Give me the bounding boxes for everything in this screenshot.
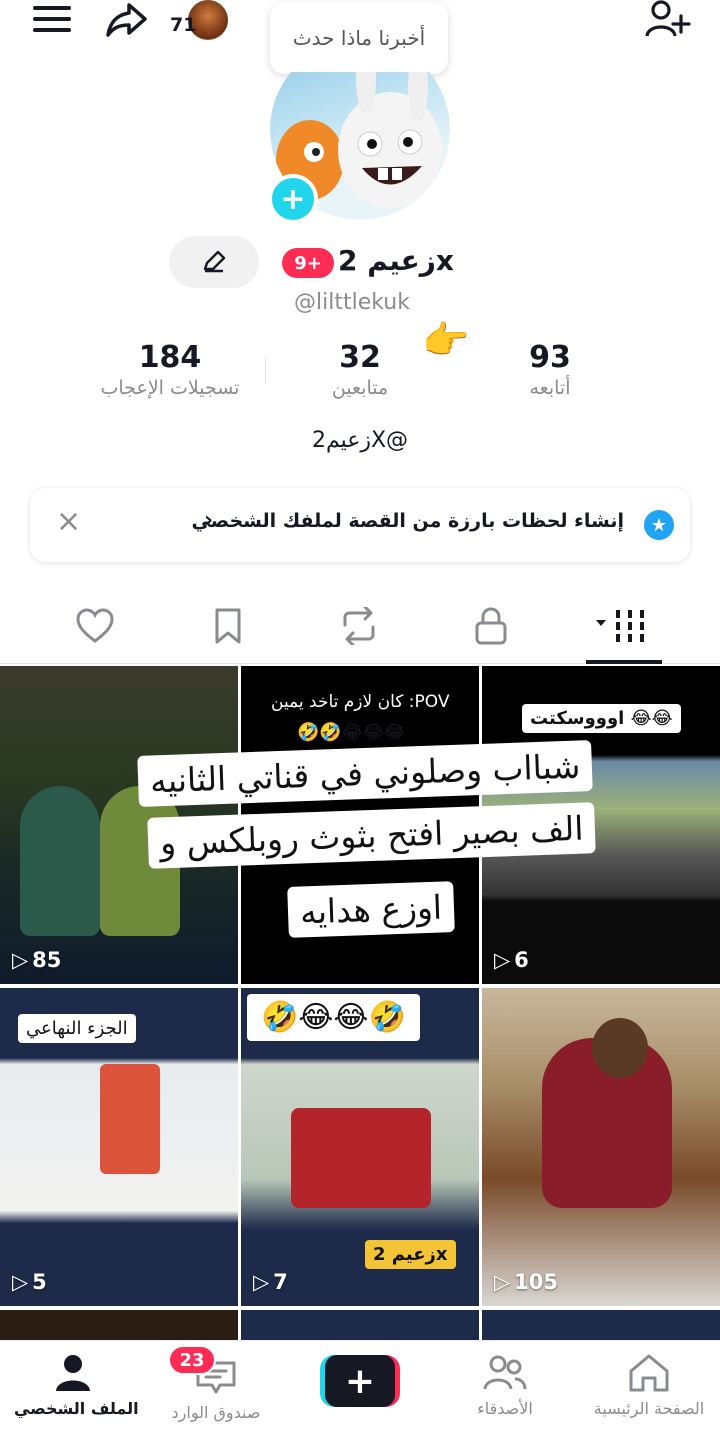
play-icon: ▷ — [494, 1270, 511, 1294]
tab-videos[interactable] — [594, 604, 654, 648]
heart-icon — [76, 608, 114, 643]
view-count: ▷ 5 — [12, 1270, 47, 1294]
create-button[interactable]: + — [320, 1355, 400, 1407]
cartoon-figure — [20, 786, 100, 936]
play-icon: ▷ — [253, 1270, 270, 1294]
nav-profile[interactable]: الملف الشخصي — [14, 1353, 139, 1418]
lock-icon — [475, 607, 507, 645]
username: @lilttlekuk — [294, 290, 410, 315]
display-name: زعيم 2x — [338, 244, 454, 277]
followers-count: 32 — [339, 340, 381, 375]
overlay-line-3: اوزع هدايه — [287, 881, 455, 938]
friends-icon — [483, 1355, 527, 1390]
nav-home[interactable]: الصفحة الرئيسية — [590, 1353, 708, 1418]
video-thumbnail[interactable]: ▷ 105 — [482, 988, 720, 1306]
video-subcaption: 🤣🤣😂😂😂 — [297, 722, 405, 743]
view-count-value: 85 — [32, 948, 62, 972]
grid-icon — [596, 610, 644, 642]
highlights-banner[interactable]: ★ إنشاء لحظات بارزة من القصة لملفك الشخص… — [30, 488, 690, 562]
play-icon: ▷ — [12, 948, 29, 972]
view-count-value: 7 — [273, 1270, 288, 1294]
nav-friends[interactable]: الأصدقاء — [460, 1353, 550, 1418]
bookmark-icon — [215, 608, 241, 644]
nav-home-label: الصفحة الرئيسية — [593, 1399, 705, 1418]
video-caption: كان لازم تاخد يمين :POV — [271, 692, 450, 712]
nav-profile-label: الملف الشخصي — [14, 1399, 139, 1418]
highlights-text: إنشاء لحظات بارزة من القصة لملفك الشخصي — [191, 510, 624, 532]
story-avatar[interactable]: 71 — [170, 0, 230, 40]
story-count: 71 — [170, 14, 197, 36]
following-label: أتابعه — [529, 377, 571, 399]
content-tabs — [0, 590, 720, 664]
add-friend-icon[interactable] — [644, 0, 692, 40]
video-thumbnail[interactable]: الجزء النهاعي ▷ 5 — [0, 988, 238, 1306]
stat-likes[interactable]: 184 تسجيلات الإعجاب — [80, 340, 260, 399]
text-overlay: شبااب وصلوني في قناتي الثانيه الف بصير ا… — [137, 740, 644, 970]
create-button-black: + — [325, 1355, 395, 1407]
view-count: ▷ 7 — [253, 1270, 288, 1294]
pencil-icon — [203, 250, 226, 273]
video-caption: الجزء النهاعي — [18, 1014, 136, 1043]
chevron-icon: › — [204, 508, 214, 533]
play-icon: ▷ — [12, 1270, 29, 1294]
video-thumbnail[interactable]: 🤣😂😂🤣 زعيم 2x ▷ 7 — [241, 988, 479, 1306]
repost-icon — [343, 607, 375, 645]
view-count: ▷ 105 — [494, 1270, 558, 1294]
cartoon-figure — [100, 1064, 160, 1174]
view-count-value: 5 — [32, 1270, 47, 1294]
menu-icon[interactable] — [30, 2, 74, 36]
home-icon — [629, 1354, 669, 1392]
person-head — [592, 1018, 648, 1078]
inbox-badge: 23 — [168, 1345, 216, 1375]
close-icon[interactable]: × — [56, 504, 81, 539]
tab-favorites[interactable] — [203, 604, 253, 648]
nav-friends-label: الأصدقاء — [477, 1399, 533, 1418]
bottom-navigation: الصفحة الرئيسية الأصدقاء + صندوق الوارد … — [0, 1340, 720, 1444]
nav-inbox-label: صندوق الوارد — [171, 1403, 261, 1422]
video-tag: زعيم 2x — [365, 1240, 456, 1269]
tab-reposts[interactable] — [334, 604, 384, 648]
notification-badge[interactable]: 9+ — [282, 248, 334, 278]
stat-following[interactable]: 93 أتابعه — [490, 340, 610, 399]
star-icon: ★ — [644, 510, 674, 540]
notification-text: أخبرنا ماذا حدث — [292, 26, 426, 50]
following-count: 93 — [529, 340, 571, 375]
add-avatar-button[interactable]: + — [268, 174, 318, 224]
divider — [265, 356, 266, 384]
view-count: ▷ 85 — [12, 948, 61, 972]
profile-icon — [56, 1355, 90, 1391]
overlay-line-1: شبااب وصلوني في قناتي الثانيه — [137, 740, 594, 807]
stat-followers[interactable]: 32 متابعين — [300, 340, 420, 399]
likes-count: 184 — [138, 340, 202, 375]
bus-shape — [291, 1108, 431, 1208]
tab-private[interactable] — [466, 604, 516, 648]
video-caption: 🤣😂😂🤣 — [247, 994, 420, 1041]
followers-label: متابعين — [331, 377, 389, 399]
pointing-hand-icon: 👉 — [422, 318, 470, 362]
likes-label: تسجيلات الإعجاب — [100, 377, 240, 399]
bio: زعيم2X@ — [311, 428, 409, 453]
view-count-value: 105 — [514, 1270, 558, 1294]
active-tab-indicator — [586, 660, 662, 664]
share-icon[interactable] — [104, 0, 150, 40]
edit-profile-button[interactable] — [169, 236, 259, 288]
overlay-line-2: الف بصير افتح بثوث روبلكس و — [147, 802, 597, 869]
tab-liked[interactable] — [70, 604, 120, 648]
notification-bubble[interactable]: أخبرنا ماذا حدث — [270, 2, 448, 74]
video-caption: اوووسكتت 😂😂 — [522, 704, 681, 733]
